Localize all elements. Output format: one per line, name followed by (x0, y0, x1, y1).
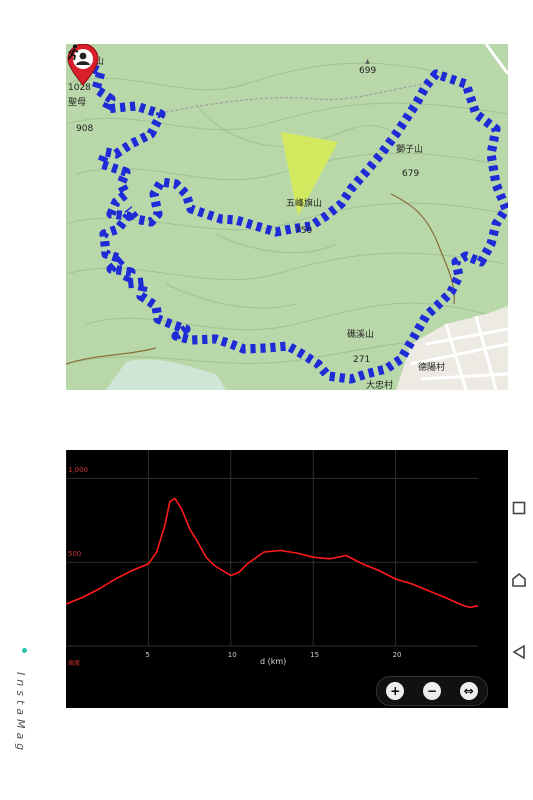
map-label-wufeng: 五峰旗山 (286, 199, 323, 209)
map-label-elev-750: 750 (295, 226, 313, 236)
brand-watermark: InstaMag (14, 672, 27, 755)
map-label-deyang: 德陽村 (418, 363, 446, 373)
elevation-line (66, 497, 479, 609)
map-canvas (66, 44, 508, 390)
map-label-elev-699: 699 (359, 66, 376, 76)
zoom-controls: + − ⇔ (376, 676, 488, 706)
recent-apps-icon[interactable] (509, 498, 529, 518)
x-axis-label: d (km) (260, 657, 287, 666)
map-label-elev-271: 271 (353, 355, 371, 365)
map-label-shizi: 獅子山 (396, 145, 424, 155)
map-label-dazhong: 大忠村 (366, 381, 394, 390)
map-label-elev-908: 908 (76, 124, 94, 134)
zoom-in-icon[interactable]: + (386, 682, 405, 700)
hiker-icon (68, 44, 79, 60)
x-tick-label: 5 (145, 651, 150, 659)
x-tick-label: 20 (392, 651, 402, 659)
y-tick-label: 1,000 (68, 466, 89, 475)
trail-map[interactable]: 三角崙山 1028 聖母 908 699 獅子山 679 五峰旗山 750 礁溪… (66, 44, 508, 390)
elevation-chart (66, 450, 479, 647)
x-tick-label: 10 (227, 651, 237, 659)
map-label-jiaoxi: 礁溪山 (347, 330, 375, 340)
map-label-elev-679: 679 (402, 169, 420, 179)
elevation-profile[interactable]: 1,000 500 5 10 15 20 d (km) 高度 + − ⇔ (66, 450, 508, 708)
home-icon[interactable] (509, 570, 529, 590)
zoom-out-icon[interactable]: − (422, 682, 441, 700)
brand-dot (22, 648, 27, 653)
map-label-shengmu: 聖母 (68, 98, 87, 108)
fit-icon[interactable]: ⇔ (459, 682, 478, 700)
x-tick-label: 15 (310, 651, 320, 659)
back-icon[interactable] (509, 642, 529, 662)
y-tick-label: 500 (68, 550, 82, 559)
origin-label: 高度 (68, 660, 81, 667)
